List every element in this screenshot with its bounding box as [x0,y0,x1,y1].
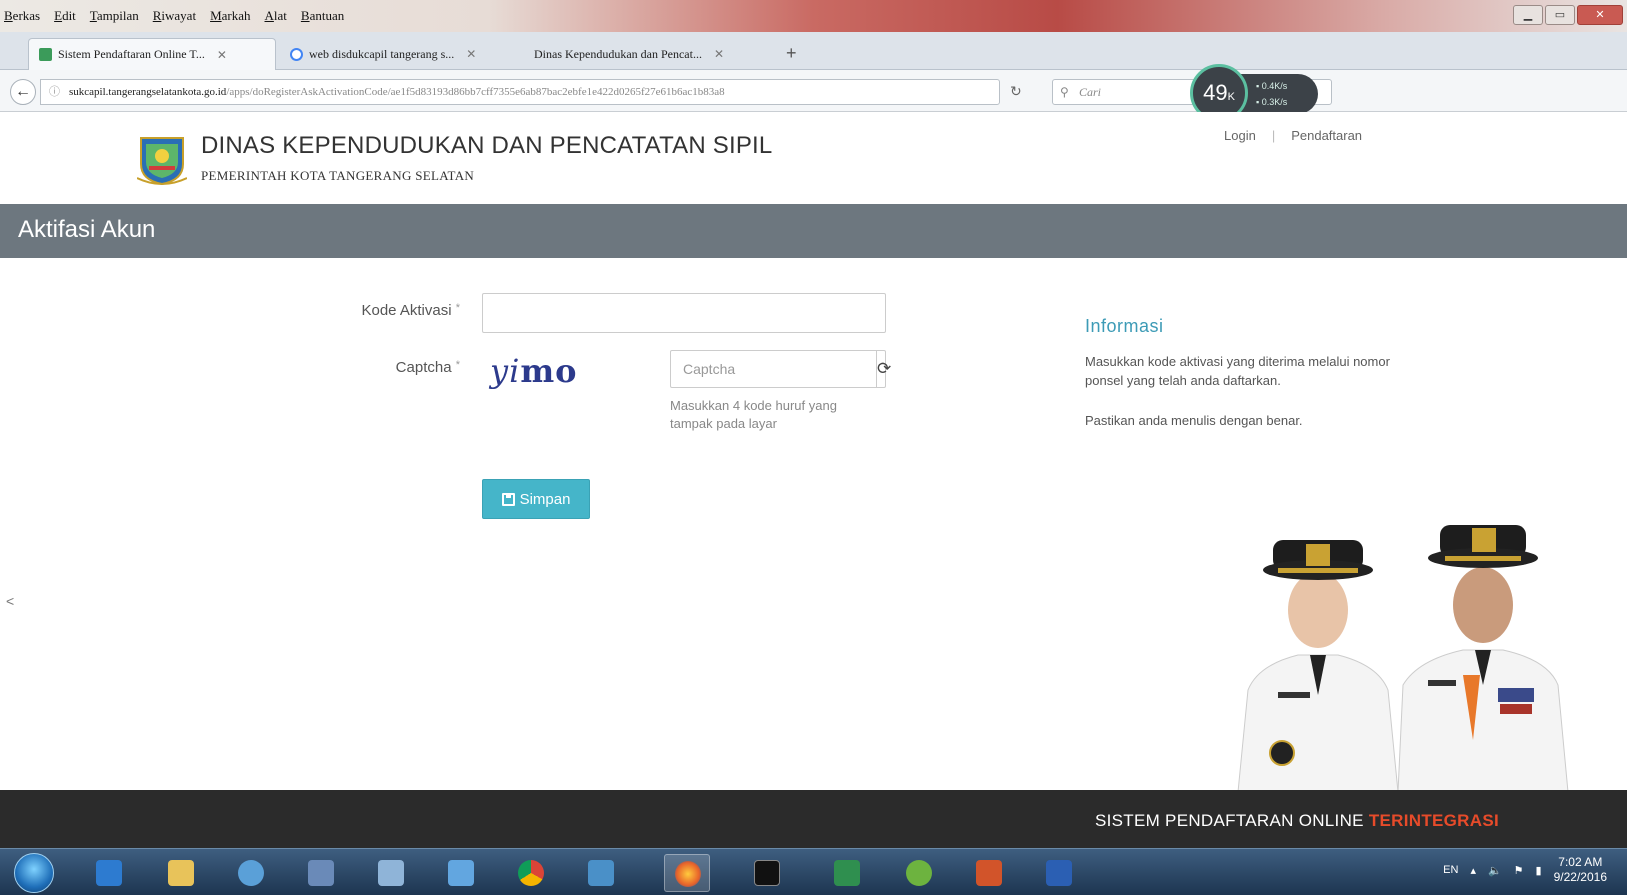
chevron-left-icon[interactable]: < [6,593,14,609]
taskbar-terminal[interactable] [744,854,790,892]
city-emblem-logo [137,137,187,186]
close-window-button[interactable]: ✕ [1577,5,1623,25]
taskbar-remote[interactable] [578,854,624,892]
tab-label: web disdukcapil tangerang s... [309,46,455,61]
back-arrow-icon[interactable]: ← [10,79,36,105]
tab-label: Sistem Pendaftaran Online T... [58,47,205,61]
search-icon: ⚲ [1060,85,1069,99]
menu-riwayat[interactable]: Riwayat [153,8,196,24]
tab-dinas-kependudukan[interactable]: Dinas Kependudukan dan Pencat... ✕ [524,38,778,70]
tab-bar: Sistem Pendaftaran Online T... ✕ web dis… [0,32,1627,70]
kode-aktivasi-label: Kode Aktivasi * [361,302,460,319]
taskbar-network[interactable] [298,854,344,892]
network-icon[interactable]: ▮ [1536,864,1542,877]
footer-tagline-highlight: TERINTEGRASI [1368,811,1499,830]
flag-icon[interactable]: ⚑ [1514,864,1524,877]
captcha-image: yimo [490,352,578,390]
page-title-bar: Aktifasi Akun [0,204,1627,258]
speed-unit: K [1227,91,1235,103]
new-tab-icon[interactable]: + [786,43,797,64]
taskbar-excel[interactable] [824,854,870,892]
info-text-1: Masukkan kode aktivasi yang diterima mel… [1085,354,1390,388]
taskbar-word[interactable] [1036,854,1082,892]
search-placeholder: Cari [1079,85,1102,99]
reload-icon[interactable]: ↻ [1010,83,1022,100]
close-tab-icon[interactable]: ✕ [217,48,227,62]
captcha-help-text: Masukkan 4 kode huruf yang tampak pada l… [670,398,837,431]
menu-berkas[interactable]: Berkas [4,8,40,24]
start-button[interactable] [14,853,54,893]
captcha-input[interactable] [671,351,876,387]
menu-bantuan[interactable]: Bantuan [301,8,344,24]
volume-icon[interactable]: 🔈 [1488,864,1502,877]
taskbar-chrome[interactable] [508,854,554,892]
browser-menubar: Berkas Edit Tampilan Riwayat Markah Alat… [0,0,1627,32]
tab-sistem-pendaftaran[interactable]: Sistem Pendaftaran Online T... ✕ [28,38,276,70]
url-domain: sukcapil.tangerangselatankota.go.id [69,86,227,98]
tray-arrow-icon[interactable]: ▴ [1470,864,1476,877]
floppy-disk-icon [501,492,515,506]
register-link[interactable]: Pendaftaran [1291,128,1362,143]
close-tab-icon[interactable]: ✕ [466,47,476,61]
site-header: DINAS KEPENDUDUKAN DAN PENCATATAN SIPIL … [0,112,1627,204]
speed-value: 49 [1203,80,1228,105]
minimize-button[interactable]: ▁ [1513,5,1543,25]
menu-items: Berkas Edit Tampilan Riwayat Markah Alat… [4,8,344,24]
menu-alat[interactable]: Alat [265,8,287,24]
taskbar-powerpoint[interactable] [966,854,1012,892]
url-path: /apps/doRegisterAskActivationCode/ae1f5d… [226,86,725,98]
speed-details: ▪ 0.4K/s ▪ 0.3K/s [1238,74,1318,114]
site-footer: SISTEM PENDAFTARAN ONLINE TERINTEGRASI [0,790,1627,848]
language-indicator[interactable]: EN [1443,864,1458,876]
maximize-button[interactable]: ▭ [1545,5,1575,25]
simpan-button[interactable]: Simpan [482,479,590,519]
org-subtitle: PEMERINTAH KOTA TANGERANG SELATAN [201,168,475,183]
info-text-2: Pastikan anda menulis dengan benar. [1085,413,1303,428]
required-mark: * [455,302,460,314]
url-bar[interactable]: ⓘ sukcapil.tangerangselatankota.go.id/ap… [40,79,1000,105]
nav-separator: | [1271,128,1276,143]
system-tray: EN ▴ 🔈 ⚑ ▮ 7:02 AM 9/22/2016 [1443,855,1607,885]
refresh-captcha-icon[interactable]: ⟳ [876,351,891,387]
required-mark: * [455,359,460,371]
download-speed: 0.3 [1261,97,1275,107]
captcha-label: Captcha * [395,359,460,376]
taskbar-app-frog[interactable] [896,854,942,892]
favicon-icon [39,48,52,61]
footer-tagline: SISTEM PENDAFTARAN ONLINE TERINTEGRASI [1094,811,1499,830]
clock-date: 9/22/2016 [1553,870,1607,884]
officials-photo [1237,525,1569,792]
taskbar-explorer[interactable] [158,854,204,892]
menu-edit[interactable]: Edit [54,8,76,24]
info-icon[interactable]: ⓘ [49,80,60,104]
kode-aktivasi-input[interactable] [482,293,886,333]
login-link[interactable]: Login [1224,128,1256,143]
windows-taskbar: EN ▴ 🔈 ⚑ ▮ 7:02 AM 9/22/2016 [0,848,1627,895]
tab-web-disdukcapil[interactable]: web disdukcapil tangerang s... ✕ [280,38,520,70]
window-controls: ▁ ▭ ✕ [1513,5,1623,25]
page-title: Aktifasi Akun [18,216,156,243]
org-name: DINAS KEPENDUDUKAN DAN PENCATATAN SIPIL [201,132,773,159]
taskbar-outlook[interactable] [86,854,132,892]
captcha-input-group: ⟳ [670,350,891,388]
close-tab-icon[interactable]: ✕ [714,47,724,61]
google-icon [290,47,303,61]
clock-time: 7:02 AM [1558,855,1603,869]
taskbar-mail[interactable] [438,854,484,892]
clock[interactable]: 7:02 AM 9/22/2016 [1554,855,1607,885]
info-title: Informasi [1085,316,1164,336]
upload-speed: 0.4 [1261,81,1275,91]
taskbar-notepad[interactable] [368,854,414,892]
simpan-label: Simpan [519,490,571,508]
nav-toolbar: ← ⓘ sukcapil.tangerangselatankota.go.id/… [0,70,1627,170]
taskbar-app-globe[interactable] [228,854,274,892]
taskbar-firefox[interactable] [664,854,710,892]
tab-label: Dinas Kependudukan dan Pencat... [534,46,702,61]
top-nav: Login | Pendaftaran [1224,128,1362,143]
menu-markah[interactable]: Markah [210,8,250,24]
menu-tampilan[interactable]: Tampilan [90,8,139,24]
